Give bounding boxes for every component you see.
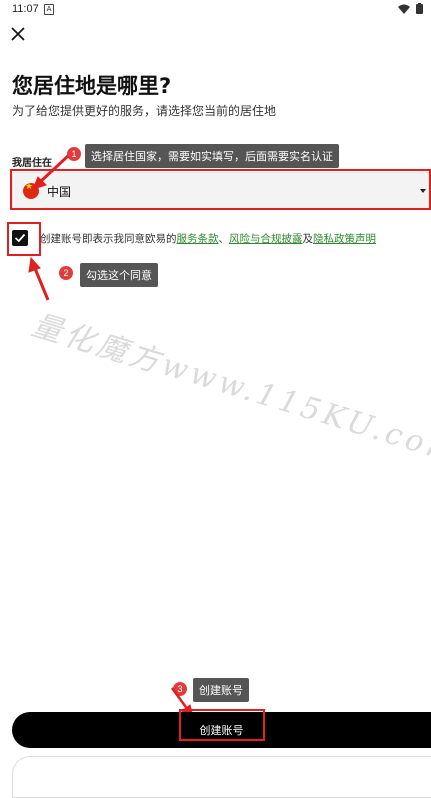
- risk-disclosure-link[interactable]: 风险与合规披露: [229, 233, 303, 245]
- step1-badge: 1: [67, 147, 81, 161]
- step1-tooltip: 选择居住国家，需要如实填写，后面需要实名认证: [85, 144, 339, 168]
- notification-icon: A: [44, 4, 54, 15]
- highlight-country-select: [10, 169, 431, 210]
- watermark: 量化魔方www.115KU.com: [27, 307, 431, 472]
- consent-prefix: 创建账号即表示我同意欧易的: [40, 233, 177, 245]
- consent-sep2: 及: [302, 233, 314, 245]
- page-title: 您居住地是哪里?: [12, 74, 172, 98]
- arrow-step2: [28, 256, 50, 301]
- residence-label: 我居住在: [12, 158, 52, 169]
- battery-icon: [416, 3, 423, 14]
- highlight-checkbox: [7, 222, 41, 256]
- page-subtitle: 为了给您提供更好的服务，请选择您当前的居住地: [12, 104, 277, 118]
- step3-badge: 3: [173, 682, 187, 696]
- status-icons: [398, 3, 423, 14]
- status-bar: 11:07 A: [0, 0, 431, 20]
- consent-text: 创建账号即表示我同意欧易的服务条款、风险与合规披露及隐私政策声明: [40, 231, 376, 246]
- consent-sep1: 、: [218, 233, 230, 245]
- step3-tooltip: 创建账号: [193, 678, 249, 702]
- terms-link[interactable]: 服务条款: [177, 233, 219, 245]
- step2-badge: 2: [59, 266, 73, 280]
- close-icon[interactable]: [10, 26, 26, 42]
- privacy-policy-link[interactable]: 隐私政策声明: [313, 233, 376, 245]
- wifi-icon: [398, 4, 410, 14]
- highlight-create-button: [179, 709, 265, 741]
- step2-tooltip: 勾选这个同意: [80, 263, 158, 287]
- status-time: 11:07: [12, 3, 39, 15]
- secondary-button[interactable]: [12, 756, 431, 798]
